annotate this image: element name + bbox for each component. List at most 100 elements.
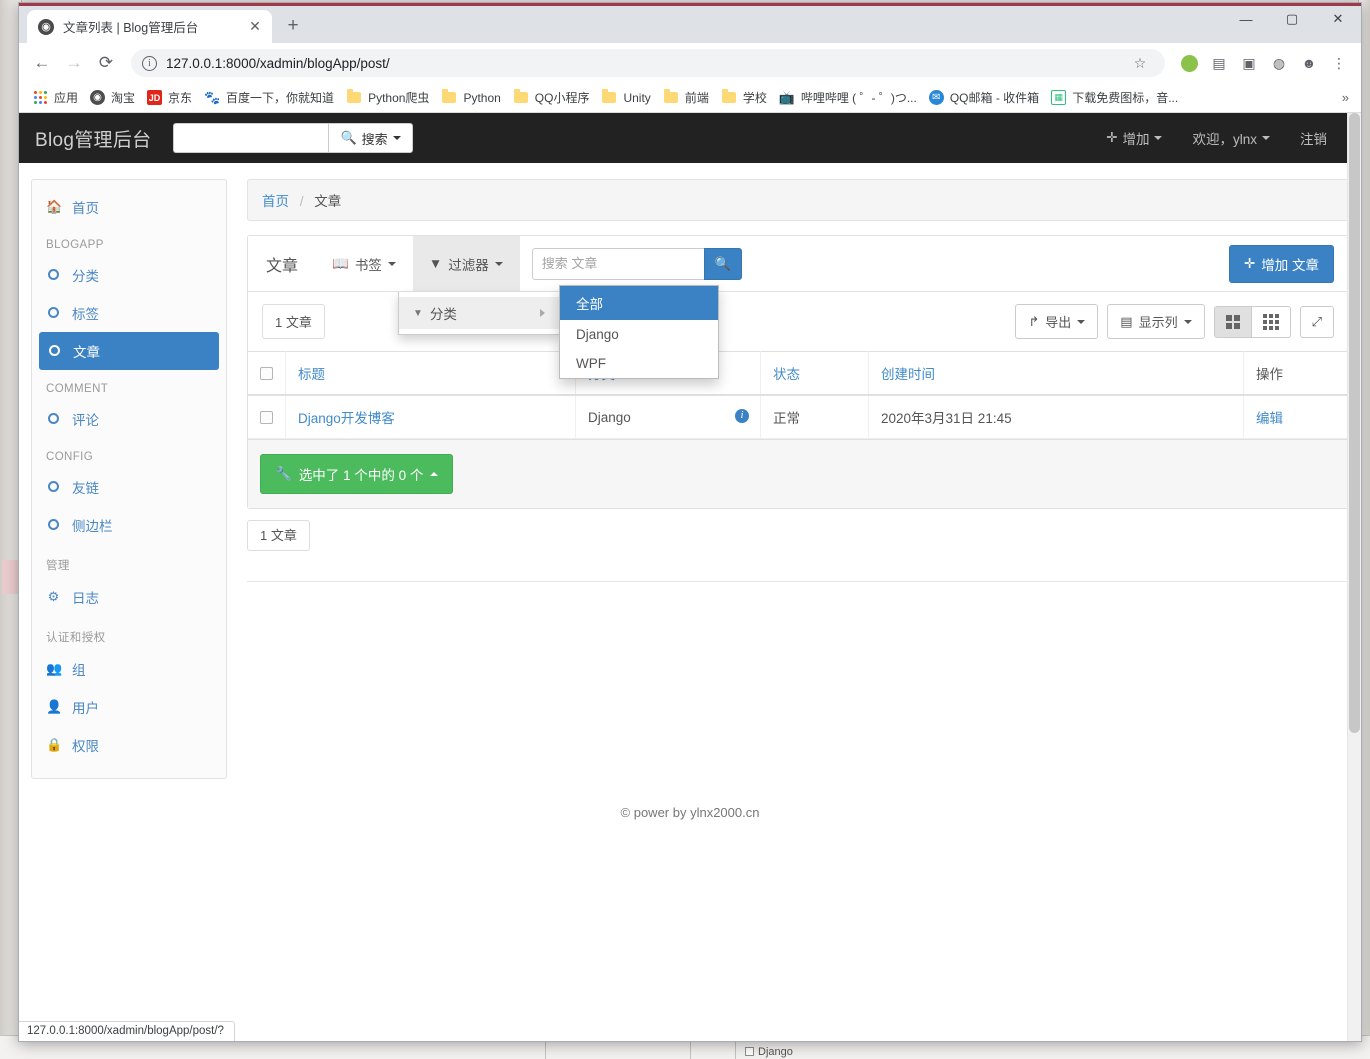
bookmark-label: 前端 bbox=[684, 91, 709, 105]
close-icon[interactable]: ✕ bbox=[246, 18, 264, 36]
columns-button[interactable]: ▤ 显示列 bbox=[1107, 304, 1205, 339]
sidebar-item-permission[interactable]: 🔒 权限 bbox=[32, 726, 226, 764]
sidebar-item-home[interactable]: 🏠 首页 bbox=[32, 188, 226, 226]
site-info-icon[interactable]: i bbox=[142, 55, 157, 71]
reload-icon[interactable]: ⟳ bbox=[91, 48, 121, 78]
navbar-search-button[interactable]: 🔍 搜索 bbox=[328, 123, 413, 153]
selection-action-button[interactable]: 🔧 选中了 1 个中的 0 个 bbox=[260, 454, 454, 494]
bookmark-bilibili[interactable]: 📺 哔哩哔哩 ( ゜- ゜)つ... bbox=[774, 86, 924, 109]
sidebar-item-label: 友链 bbox=[72, 481, 99, 496]
cell-created: 2020年3月31日 21:45 bbox=[868, 395, 1244, 439]
profile-circle-icon[interactable]: ◍ bbox=[1265, 49, 1293, 77]
plus-icon: ✛ bbox=[1243, 255, 1256, 271]
bookmark-label: 应用 bbox=[54, 91, 79, 105]
selection-action-label: 选中了 1 个中的 0 个 bbox=[298, 468, 424, 483]
grid-9-icon[interactable] bbox=[1251, 305, 1291, 338]
filter-menu-button[interactable]: ▼ 过滤器 bbox=[412, 236, 520, 291]
maximize-button[interactable]: ▢ bbox=[1269, 3, 1315, 35]
tab-title: 文章列表 | Blog管理后台 bbox=[63, 21, 199, 35]
post-title-link[interactable]: Django开发博客 bbox=[298, 411, 395, 426]
bookmark-label: Python爬虫 bbox=[368, 91, 430, 105]
filter-dropdown-menu: ▼ 分类 bbox=[398, 292, 560, 335]
bookmark-baidu[interactable]: 🐾 百度一下，你就知道 bbox=[199, 86, 341, 109]
column-header-state[interactable]: 状态 bbox=[760, 351, 869, 396]
sidebar-item-tag[interactable]: 标签 bbox=[32, 294, 226, 332]
navbar-search-input[interactable] bbox=[173, 123, 329, 153]
bookmark-qqmail[interactable]: ✉ QQ邮箱 - 收件箱 bbox=[924, 86, 1046, 109]
puzzle-icon[interactable] bbox=[1175, 49, 1203, 77]
row-checkbox[interactable] bbox=[260, 411, 273, 425]
bookmark-folder-school[interactable]: 学校 bbox=[716, 86, 774, 109]
bookmark-folder-unity[interactable]: Unity bbox=[596, 87, 657, 109]
list-search-input[interactable] bbox=[531, 247, 704, 280]
column-header-created[interactable]: 创建时间 bbox=[868, 351, 1244, 396]
bookmarks-overflow-button[interactable]: » bbox=[1336, 90, 1355, 105]
chevron-down-icon bbox=[494, 261, 503, 266]
bookmark-star-icon[interactable]: ☆ bbox=[1126, 49, 1154, 77]
add-post-label: 增加 文章 bbox=[1261, 257, 1319, 273]
breadcrumb-home-link[interactable]: 首页 bbox=[262, 194, 289, 209]
window-controls: — ▢ ✕ bbox=[1223, 3, 1361, 43]
filter-option-wpf[interactable]: WPF bbox=[560, 349, 718, 378]
bookmark-taobao[interactable]: ◉ 淘宝 bbox=[85, 86, 142, 109]
sidebar-item-sidebar[interactable]: 侧边栏 bbox=[32, 506, 226, 544]
new-tab-button[interactable]: + bbox=[278, 11, 308, 41]
bookmark-folder-python-spider[interactable]: Python爬虫 bbox=[341, 86, 436, 109]
sidebar-item-user[interactable]: 👤 用户 bbox=[32, 688, 226, 726]
browser-tab[interactable]: ◉ 文章列表 | Blog管理后台 ✕ bbox=[27, 10, 272, 43]
filter-menu-item-category[interactable]: ▼ 分类 bbox=[399, 297, 559, 329]
navbar-user-menu[interactable]: 欢迎，ylnx bbox=[1192, 128, 1270, 148]
add-post-button[interactable]: ✛ 增加 文章 bbox=[1228, 244, 1334, 283]
edit-link[interactable]: 编辑 bbox=[1256, 411, 1283, 426]
cell-category: Django i bbox=[575, 395, 761, 439]
sidebar-item-label: 侧边栏 bbox=[72, 519, 113, 534]
sidebar-item-label: 评论 bbox=[72, 413, 99, 428]
grid-4-icon[interactable] bbox=[1213, 305, 1252, 338]
sidebar-item-friendlink[interactable]: 友链 bbox=[32, 468, 226, 506]
bookmark-folder-qq-miniprogram[interactable]: QQ小程序 bbox=[508, 86, 597, 109]
bookmark-folder-python[interactable]: Python bbox=[436, 87, 507, 109]
category-value: Django bbox=[588, 409, 631, 425]
avatar[interactable]: ☻ bbox=[1295, 49, 1323, 77]
list-columns-icon: ▤ bbox=[1120, 313, 1133, 329]
export-button[interactable]: ↱ 导出 bbox=[1015, 304, 1099, 339]
sidebar-item-comment[interactable]: 评论 bbox=[32, 400, 226, 438]
background-checkbox bbox=[745, 1047, 754, 1056]
app-brand[interactable]: Blog管理后台 bbox=[35, 125, 169, 152]
filter-option-all[interactable]: 全部 bbox=[560, 286, 718, 320]
navbar-add-menu[interactable]: ✛ 增加 bbox=[1106, 128, 1163, 148]
page-scrollbar[interactable] bbox=[1347, 113, 1361, 1041]
list-search-button[interactable]: 🔍 bbox=[703, 247, 742, 280]
minimize-button[interactable]: — bbox=[1223, 3, 1269, 35]
column-header-title[interactable]: 标题 bbox=[285, 351, 576, 396]
scrollbar-thumb[interactable] bbox=[1349, 113, 1360, 733]
background-decoration bbox=[2, 560, 18, 594]
bookmark-jd[interactable]: JD 京东 bbox=[142, 86, 199, 109]
user-icon: 👤 bbox=[46, 699, 63, 714]
cast-icon[interactable]: ▤ bbox=[1205, 49, 1233, 77]
chevron-down-icon bbox=[392, 136, 401, 140]
bookmark-iconfont[interactable]: ▦ 下载免费图标，音... bbox=[1046, 86, 1185, 109]
back-icon[interactable]: ← bbox=[27, 48, 57, 78]
layout-toggle-group bbox=[1213, 305, 1291, 338]
image-icon[interactable]: ▣ bbox=[1235, 49, 1263, 77]
navbar-logout-link[interactable]: 注销 bbox=[1300, 128, 1327, 148]
chevron-down-icon bbox=[387, 261, 396, 266]
select-all-checkbox[interactable] bbox=[260, 367, 273, 381]
sidebar-item-category[interactable]: 分类 bbox=[32, 256, 226, 294]
expand-arrows-icon[interactable]: ⤢ bbox=[1299, 305, 1334, 338]
filter-option-django[interactable]: Django bbox=[560, 320, 718, 349]
menu-kebab-icon[interactable]: ⋮ bbox=[1325, 49, 1353, 77]
bookmark-folder-frontend[interactable]: 前端 bbox=[658, 86, 716, 109]
list-toolbar: 文章 📖 书签 ▼ 过滤器 搜索 文章 🔍 ✛ 增加 文章 ▼ 分类 全部 Dj… bbox=[248, 236, 1348, 379]
info-icon[interactable]: i bbox=[735, 409, 749, 423]
address-bar[interactable]: i 127.0.0.1:8000/xadmin/blogApp/post/ ☆ bbox=[131, 49, 1165, 77]
forward-icon[interactable]: → bbox=[59, 48, 89, 78]
sidebar-item-post[interactable]: 文章 bbox=[39, 332, 219, 370]
folder-icon bbox=[513, 89, 529, 106]
bookmark-apps[interactable]: 应用 bbox=[27, 86, 85, 109]
sidebar-item-group[interactable]: 👥 组 bbox=[32, 650, 226, 688]
sidebar-item-log[interactable]: ⚙ 日志 bbox=[32, 578, 226, 616]
bookmark-menu-button[interactable]: 📖 书签 bbox=[316, 236, 413, 291]
close-window-button[interactable]: ✕ bbox=[1315, 3, 1361, 35]
